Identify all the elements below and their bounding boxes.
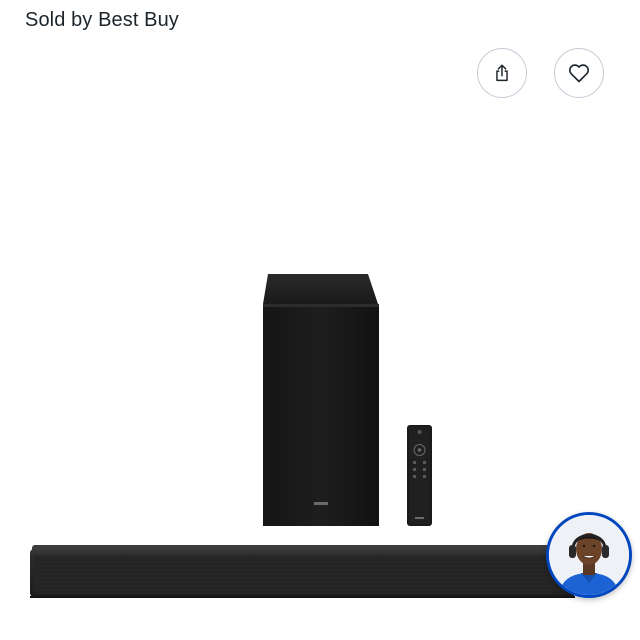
product-page: Sold by Best Buy — [0, 0, 640, 640]
seller-label: Sold by Best Buy — [25, 9, 179, 31]
soundbar — [30, 545, 575, 598]
favorite-button[interactable] — [554, 48, 604, 98]
heart-icon — [567, 61, 591, 85]
product-image[interactable] — [0, 260, 640, 605]
chat-agent-button[interactable] — [546, 512, 632, 598]
subwoofer — [263, 274, 379, 526]
share-icon — [491, 62, 513, 84]
share-button[interactable] — [477, 48, 527, 98]
remote-control — [407, 425, 432, 526]
agent-avatar-icon — [549, 515, 629, 595]
